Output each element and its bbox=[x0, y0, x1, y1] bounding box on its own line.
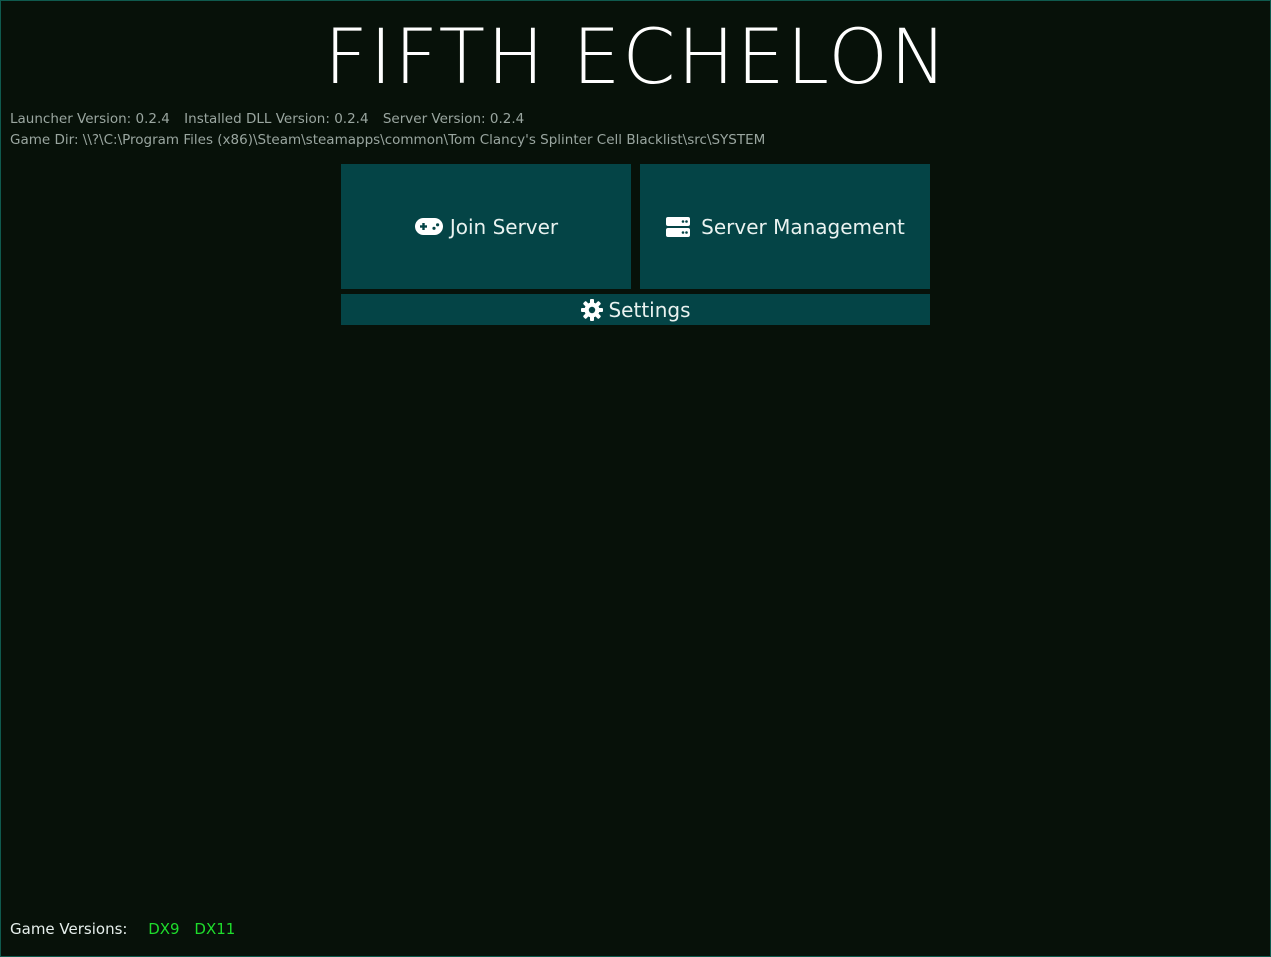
launcher-version: Launcher Version: 0.2.4 bbox=[10, 111, 170, 127]
gamepad-icon bbox=[414, 216, 444, 238]
dll-version: Installed DLL Version: 0.2.4 bbox=[184, 111, 369, 127]
game-dir: Game Dir: \\?\C:\Program Files (x86)\Ste… bbox=[10, 132, 766, 148]
join-server-label: Join Server bbox=[449, 214, 559, 239]
app-title: FIFTH ECHELON bbox=[324, 12, 949, 101]
version-dx11[interactable]: DX11 bbox=[194, 920, 235, 938]
game-versions: Game Versions: DX9 DX11 bbox=[10, 920, 235, 938]
game-versions-label: Game Versions: bbox=[10, 920, 128, 938]
settings-button[interactable]: Settings bbox=[341, 294, 930, 325]
gear-icon bbox=[580, 298, 604, 322]
join-server-button[interactable]: Join Server bbox=[341, 164, 631, 289]
settings-label: Settings bbox=[608, 297, 691, 322]
server-icon bbox=[665, 216, 695, 238]
launcher-window: FIFTH ECHELON Launcher Version: 0.2.4 In… bbox=[0, 0, 1271, 957]
server-management-button[interactable]: Server Management bbox=[640, 164, 930, 289]
server-version: Server Version: 0.2.4 bbox=[382, 111, 525, 127]
version-info: Launcher Version: 0.2.4 Installed DLL Ve… bbox=[10, 111, 524, 127]
server-management-label: Server Management bbox=[701, 214, 905, 239]
version-dx9[interactable]: DX9 bbox=[148, 920, 179, 938]
